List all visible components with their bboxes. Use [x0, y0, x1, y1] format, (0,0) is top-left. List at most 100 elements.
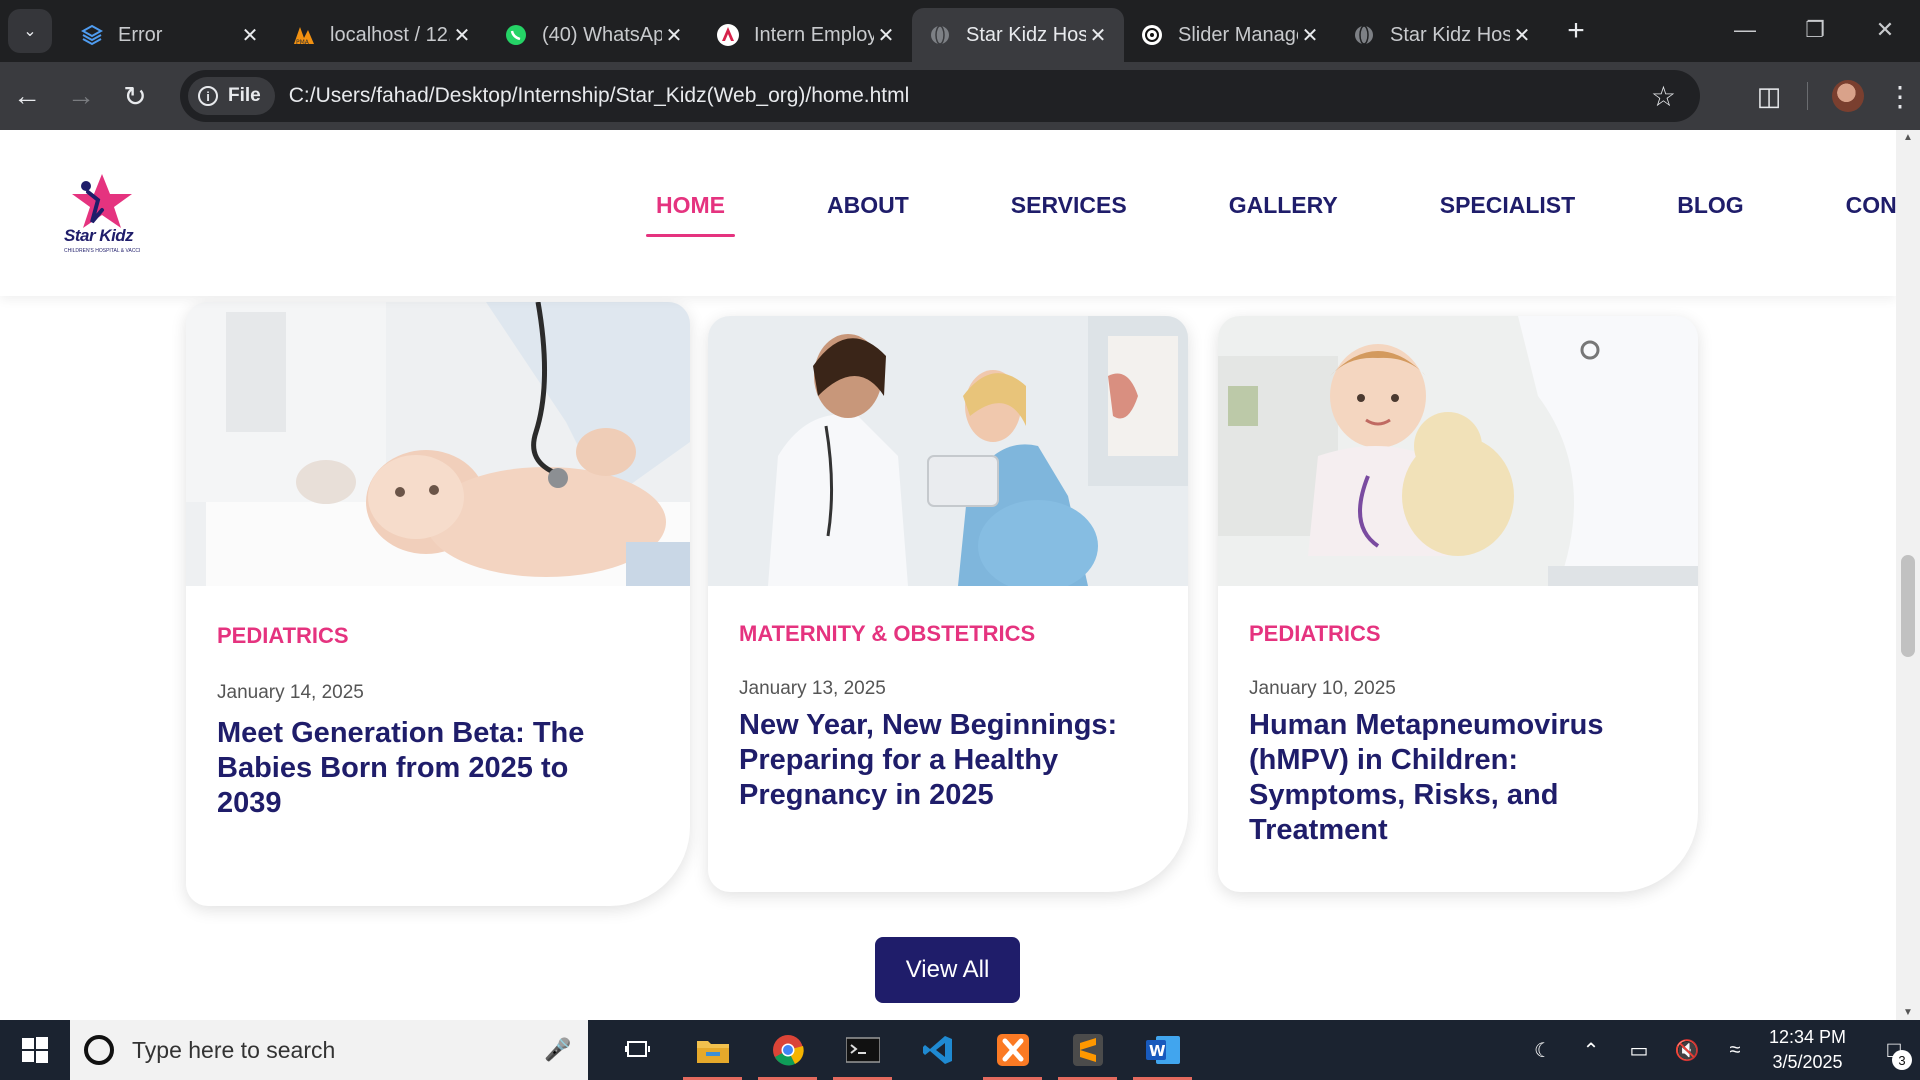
post-title[interactable]: New Year, New Beginnings: Preparing for … — [739, 708, 1139, 813]
people-icon[interactable]: ☾ — [1525, 1038, 1561, 1063]
sublime-text-icon[interactable] — [1050, 1020, 1125, 1080]
reload-icon: ↻ — [123, 80, 147, 112]
taskbar-apps: W — [600, 1020, 1200, 1080]
tab-search-button[interactable]: ⌄ — [8, 9, 52, 53]
minimize-icon[interactable]: — — [1710, 0, 1780, 60]
view-all-button[interactable]: View All — [875, 937, 1020, 1003]
taskbar-clock[interactable]: 12:34 PM 3/5/2025 — [1769, 1025, 1846, 1075]
blog-card[interactable]: PEDIATRICS January 14, 2025 Meet Generat… — [186, 302, 690, 906]
url-text[interactable]: C:/Users/fahad/Desktop/Internship/Star_K… — [289, 84, 910, 108]
close-icon[interactable]: ✕ — [238, 23, 262, 48]
page-viewport: Star Kidz CHILDREN'S HOSPITAL & VACCINE … — [0, 130, 1896, 1020]
nav-specialist[interactable]: SPECIALIST — [1430, 192, 1585, 237]
close-icon[interactable]: ✕ — [1298, 23, 1322, 48]
notification-center-icon[interactable]: □ 3 — [1868, 1020, 1920, 1080]
tab-star-kidz-2[interactable]: Star Kidz Hosp... ✕ — [1336, 8, 1548, 62]
taskbar-search[interactable]: Type here to search 🎤 — [70, 1020, 588, 1080]
tab-whatsapp[interactable]: (40) WhatsApp ✕ — [488, 8, 700, 62]
forward-button[interactable]: → — [54, 69, 108, 123]
info-icon: i — [198, 86, 218, 106]
volume-muted-icon[interactable]: 🔇 — [1669, 1038, 1705, 1063]
post-date: January 13, 2025 — [739, 678, 886, 699]
battery-icon[interactable]: ▭ — [1621, 1038, 1657, 1063]
address-bar[interactable]: i File C:/Users/fahad/Desktop/Internship… — [180, 70, 1700, 122]
scroll-up-icon[interactable]: ▲ — [1896, 132, 1920, 143]
new-tab-button[interactable]: + — [1556, 11, 1596, 51]
phpmyadmin-icon: PMA — [292, 23, 316, 47]
restore-icon[interactable]: ❐ — [1780, 0, 1850, 60]
tab-title: Slider Manage... — [1178, 23, 1298, 46]
close-icon[interactable]: ✕ — [662, 23, 686, 48]
tab-title: Star Kidz Hosp... — [1390, 23, 1510, 46]
post-category[interactable]: MATERNITY & OBSTETRICS — [739, 621, 1035, 647]
tab-title: Intern Employ... — [754, 23, 874, 46]
clock-time: 12:34 PM — [1768, 1027, 1846, 1047]
scheme-label: File — [228, 85, 261, 106]
tab-error[interactable]: Error ✕ — [64, 8, 276, 62]
layers-icon — [80, 23, 104, 47]
globe-icon — [1352, 23, 1376, 47]
toolbar-divider — [1807, 82, 1808, 110]
window-controls: — ❐ ✕ — [1710, 0, 1920, 62]
chevron-up-icon[interactable]: ⌃ — [1573, 1038, 1609, 1063]
close-icon[interactable]: ✕ — [450, 23, 474, 48]
close-window-icon[interactable]: ✕ — [1850, 0, 1920, 60]
tab-star-kidz-active[interactable]: Star Kidz Hosp... ✕ — [912, 8, 1124, 62]
wifi-icon[interactable]: ≈ — [1717, 1039, 1753, 1062]
menu-kebab-icon[interactable]: ⋮ — [1880, 80, 1920, 113]
post-title[interactable]: Meet Generation Beta: The Babies Born fr… — [217, 716, 617, 821]
tab-intern-employ[interactable]: Intern Employ... ✕ — [700, 8, 912, 62]
nav-home[interactable]: HOME — [646, 192, 735, 237]
nav-about[interactable]: ABOUT — [817, 192, 919, 237]
task-view-icon[interactable] — [600, 1020, 675, 1080]
nav-blog[interactable]: BLOG — [1667, 192, 1753, 237]
tab-localhost[interactable]: PMA localhost / 12... ✕ — [276, 8, 488, 62]
tab-title: Error — [118, 23, 163, 46]
microphone-icon[interactable]: 🎤 — [538, 1037, 578, 1063]
post-category[interactable]: PEDIATRICS — [1249, 621, 1381, 647]
arrow-right-icon: → — [67, 80, 95, 111]
extensions-puzzle-icon[interactable]: ◫ — [1739, 81, 1799, 112]
system-tray: ☾ ⌃ ▭ 🔇 ≈ 12:34 PM 3/5/2025 □ 3 — [1519, 1020, 1920, 1080]
toddler-teddy-bear-photo — [1218, 316, 1698, 586]
clock-date: 3/5/2025 — [1772, 1052, 1843, 1072]
post-date: January 14, 2025 — [217, 682, 364, 703]
word-icon[interactable]: W — [1125, 1020, 1200, 1080]
site-info-chip[interactable]: i File — [188, 77, 275, 115]
tab-title: localhost / 12... — [330, 23, 450, 46]
profile-avatar[interactable] — [1832, 80, 1864, 112]
tab-title: Star Kidz Hosp... — [966, 23, 1086, 46]
nav-gallery[interactable]: GALLERY — [1219, 192, 1348, 237]
tab-slider-manage[interactable]: Slider Manage... ✕ — [1124, 8, 1336, 62]
close-icon[interactable]: ✕ — [1510, 23, 1534, 48]
nav-contact[interactable]: CONTACT — [1836, 192, 1896, 237]
svg-text:PMA: PMA — [296, 39, 310, 46]
notification-count: 3 — [1892, 1050, 1912, 1070]
logo-brand-name: Star Kidz — [64, 226, 134, 245]
blog-card[interactable]: PEDIATRICS January 10, 2025 Human Metapn… — [1218, 316, 1698, 892]
post-title[interactable]: Human Metapneumovirus (hMPV) in Children… — [1249, 708, 1649, 848]
blog-card[interactable]: MATERNITY & OBSTETRICS January 13, 2025 … — [708, 316, 1188, 892]
openai-icon — [1140, 23, 1164, 47]
nav-services[interactable]: SERVICES — [1001, 192, 1137, 237]
file-explorer-icon[interactable] — [675, 1020, 750, 1080]
back-button[interactable]: ← — [0, 69, 54, 123]
page-scrollbar[interactable]: ▲ ▼ — [1896, 130, 1920, 1020]
start-button[interactable] — [0, 1020, 70, 1080]
xampp-icon[interactable] — [975, 1020, 1050, 1080]
scroll-thumb[interactable] — [1901, 555, 1915, 657]
chevron-down-icon: ⌄ — [23, 23, 37, 40]
post-date: January 10, 2025 — [1249, 678, 1396, 699]
close-icon[interactable]: ✕ — [874, 23, 898, 48]
post-category[interactable]: PEDIATRICS — [217, 623, 349, 649]
whatsapp-icon — [504, 23, 528, 47]
bookmark-star-icon[interactable]: ☆ — [1651, 80, 1676, 113]
terminal-icon[interactable] — [825, 1020, 900, 1080]
tab-title: (40) WhatsApp — [542, 23, 662, 46]
reload-button[interactable]: ↻ — [108, 69, 162, 123]
site-logo[interactable]: Star Kidz CHILDREN'S HOSPITAL & VACCINE … — [58, 170, 146, 262]
chrome-icon[interactable] — [750, 1020, 825, 1080]
vscode-icon[interactable] — [900, 1020, 975, 1080]
close-icon[interactable]: ✕ — [1086, 23, 1110, 48]
scroll-down-icon[interactable]: ▼ — [1896, 1007, 1920, 1018]
